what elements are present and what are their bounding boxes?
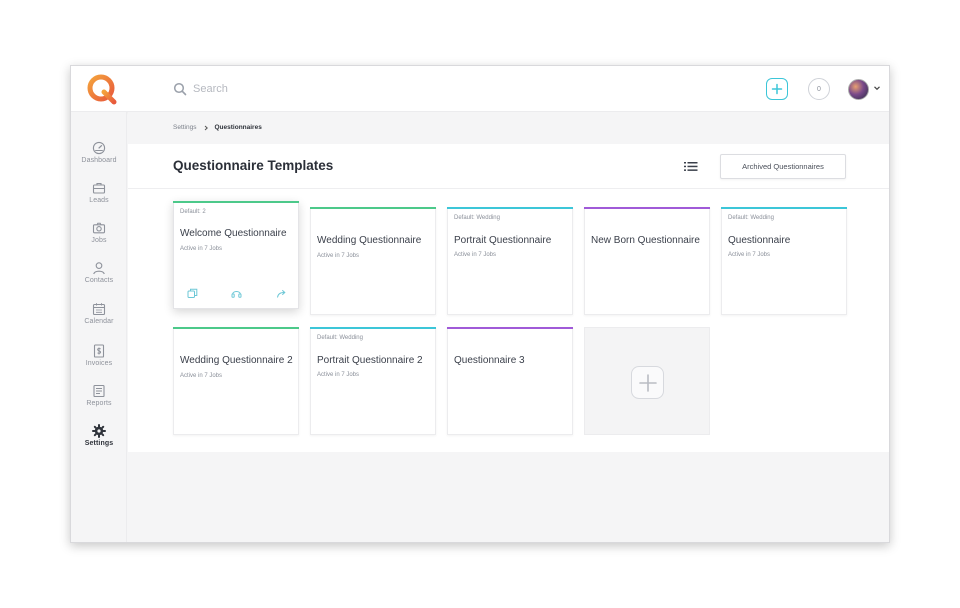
logo-icon[interactable] bbox=[85, 72, 119, 106]
invoice-icon bbox=[93, 344, 105, 358]
chevron-right-icon bbox=[204, 125, 208, 130]
card-title: Questionnaire bbox=[728, 235, 791, 246]
sidebar-item-label: Dashboard bbox=[81, 157, 117, 164]
questionnaire-card[interactable]: New Born Questionnaire bbox=[584, 207, 710, 315]
person-icon bbox=[93, 262, 105, 275]
sidebar-item-invoices[interactable]: Invoices bbox=[71, 344, 127, 376]
briefcase-icon bbox=[92, 182, 106, 194]
add-questionnaire-card[interactable] bbox=[584, 327, 710, 435]
content-header: Questionnaire Templates Archived Questio… bbox=[128, 144, 889, 189]
sidebar-item-label: Reports bbox=[86, 400, 112, 407]
card-accent bbox=[310, 207, 436, 209]
app-window: 0 Dashboard Leads bbox=[70, 65, 890, 543]
breadcrumb-bar: Settings Questionnaires bbox=[128, 112, 889, 144]
sidebar-item-jobs[interactable]: Jobs bbox=[71, 221, 127, 253]
sidebar-item-label: Calendar bbox=[84, 318, 114, 325]
questionnaire-card[interactable]: Default: 2 Welcome Questionnaire Active … bbox=[173, 201, 299, 309]
search-icon bbox=[173, 82, 187, 96]
sidebar: Dashboard Leads Jobs Contacts Calendar I… bbox=[71, 112, 127, 542]
duplicate-icon[interactable] bbox=[187, 288, 198, 299]
sidebar-item-reports[interactable]: Reports bbox=[71, 384, 127, 416]
sidebar-item-label: Invoices bbox=[85, 360, 113, 367]
questionnaire-card[interactable]: Default: Wedding Portrait Questionnaire … bbox=[447, 207, 573, 315]
card-accent bbox=[447, 327, 573, 329]
breadcrumb-current: Questionnaires bbox=[214, 124, 262, 131]
main-content: Questionnaire Templates Archived Questio… bbox=[128, 144, 889, 452]
card-accent bbox=[173, 201, 299, 203]
sidebar-item-label: Leads bbox=[89, 197, 109, 204]
plus-icon bbox=[771, 83, 783, 95]
sidebar-item-label: Settings bbox=[84, 440, 114, 447]
sidebar-item-leads[interactable]: Leads bbox=[71, 181, 127, 213]
card-title: Portrait Questionnaire 2 bbox=[317, 355, 423, 366]
card-default-label: Default: Wedding bbox=[454, 215, 500, 221]
calendar-icon bbox=[92, 303, 106, 316]
card-accent bbox=[584, 207, 710, 209]
preview-icon[interactable] bbox=[231, 288, 242, 299]
card-meta: Active in 7 Jobs bbox=[454, 252, 497, 258]
breadcrumb-parent[interactable]: Settings bbox=[173, 124, 197, 131]
questionnaire-card[interactable]: Questionnaire 3 bbox=[447, 327, 573, 435]
avatar[interactable] bbox=[848, 79, 869, 100]
card-meta: Active in 7 Jobs bbox=[317, 253, 360, 259]
share-icon[interactable] bbox=[276, 288, 287, 299]
sidebar-item-label: Contacts bbox=[84, 277, 114, 284]
card-title: Questionnaire 3 bbox=[454, 355, 525, 366]
card-meta: Active in 7 Jobs bbox=[317, 372, 360, 378]
card-default-label: Default: Wedding bbox=[728, 215, 774, 221]
page-title: Questionnaire Templates bbox=[173, 158, 334, 173]
card-title: Wedding Questionnaire 2 bbox=[180, 355, 293, 366]
top-bar: 0 bbox=[71, 66, 889, 112]
notifications-badge[interactable]: 0 bbox=[808, 78, 830, 100]
sidebar-item-label: Jobs bbox=[91, 237, 107, 244]
card-accent bbox=[310, 327, 436, 329]
gear-icon bbox=[92, 424, 106, 438]
sidebar-item-calendar[interactable]: Calendar bbox=[71, 302, 127, 334]
card-title: Wedding Questionnaire bbox=[317, 235, 422, 246]
add-button[interactable] bbox=[766, 78, 788, 100]
card-meta: Active in 7 Jobs bbox=[180, 373, 223, 379]
card-meta: Active in 7 Jobs bbox=[728, 252, 771, 258]
card-actions bbox=[174, 288, 298, 300]
card-title: New Born Questionnaire bbox=[591, 235, 700, 246]
card-accent bbox=[447, 207, 573, 209]
card-accent bbox=[173, 327, 299, 329]
questionnaire-card[interactable]: Default: Wedding Questionnaire Active in… bbox=[721, 207, 847, 315]
breadcrumb: Settings Questionnaires bbox=[173, 124, 262, 131]
list-view-icon[interactable] bbox=[684, 161, 698, 172]
camera-icon bbox=[92, 222, 106, 234]
card-title: Portrait Questionnaire bbox=[454, 235, 552, 246]
sidebar-item-dashboard[interactable]: Dashboard bbox=[71, 141, 127, 173]
questionnaire-card[interactable]: Default: Wedding Portrait Questionnaire … bbox=[310, 327, 436, 435]
sidebar-item-contacts[interactable]: Contacts bbox=[71, 261, 127, 293]
card-accent bbox=[721, 207, 847, 209]
card-default-label: Default: 2 bbox=[180, 209, 206, 215]
archived-questionnaires-button[interactable]: Archived Questionnaires bbox=[720, 154, 846, 179]
questionnaire-card[interactable]: Wedding Questionnaire 2 Active in 7 Jobs bbox=[173, 327, 299, 435]
card-meta: Active in 7 Jobs bbox=[180, 246, 223, 252]
sidebar-item-settings[interactable]: Settings bbox=[71, 424, 127, 456]
plus-icon bbox=[638, 373, 657, 392]
chevron-down-icon[interactable] bbox=[873, 84, 881, 92]
report-icon bbox=[93, 384, 105, 398]
questionnaire-card[interactable]: Wedding Questionnaire Active in 7 Jobs bbox=[310, 207, 436, 315]
card-title: Welcome Questionnaire bbox=[180, 228, 287, 239]
card-default-label: Default: Wedding bbox=[317, 335, 363, 341]
gauge-icon bbox=[92, 141, 106, 155]
add-questionnaire-button[interactable] bbox=[631, 366, 664, 399]
search-input[interactable] bbox=[193, 79, 493, 99]
